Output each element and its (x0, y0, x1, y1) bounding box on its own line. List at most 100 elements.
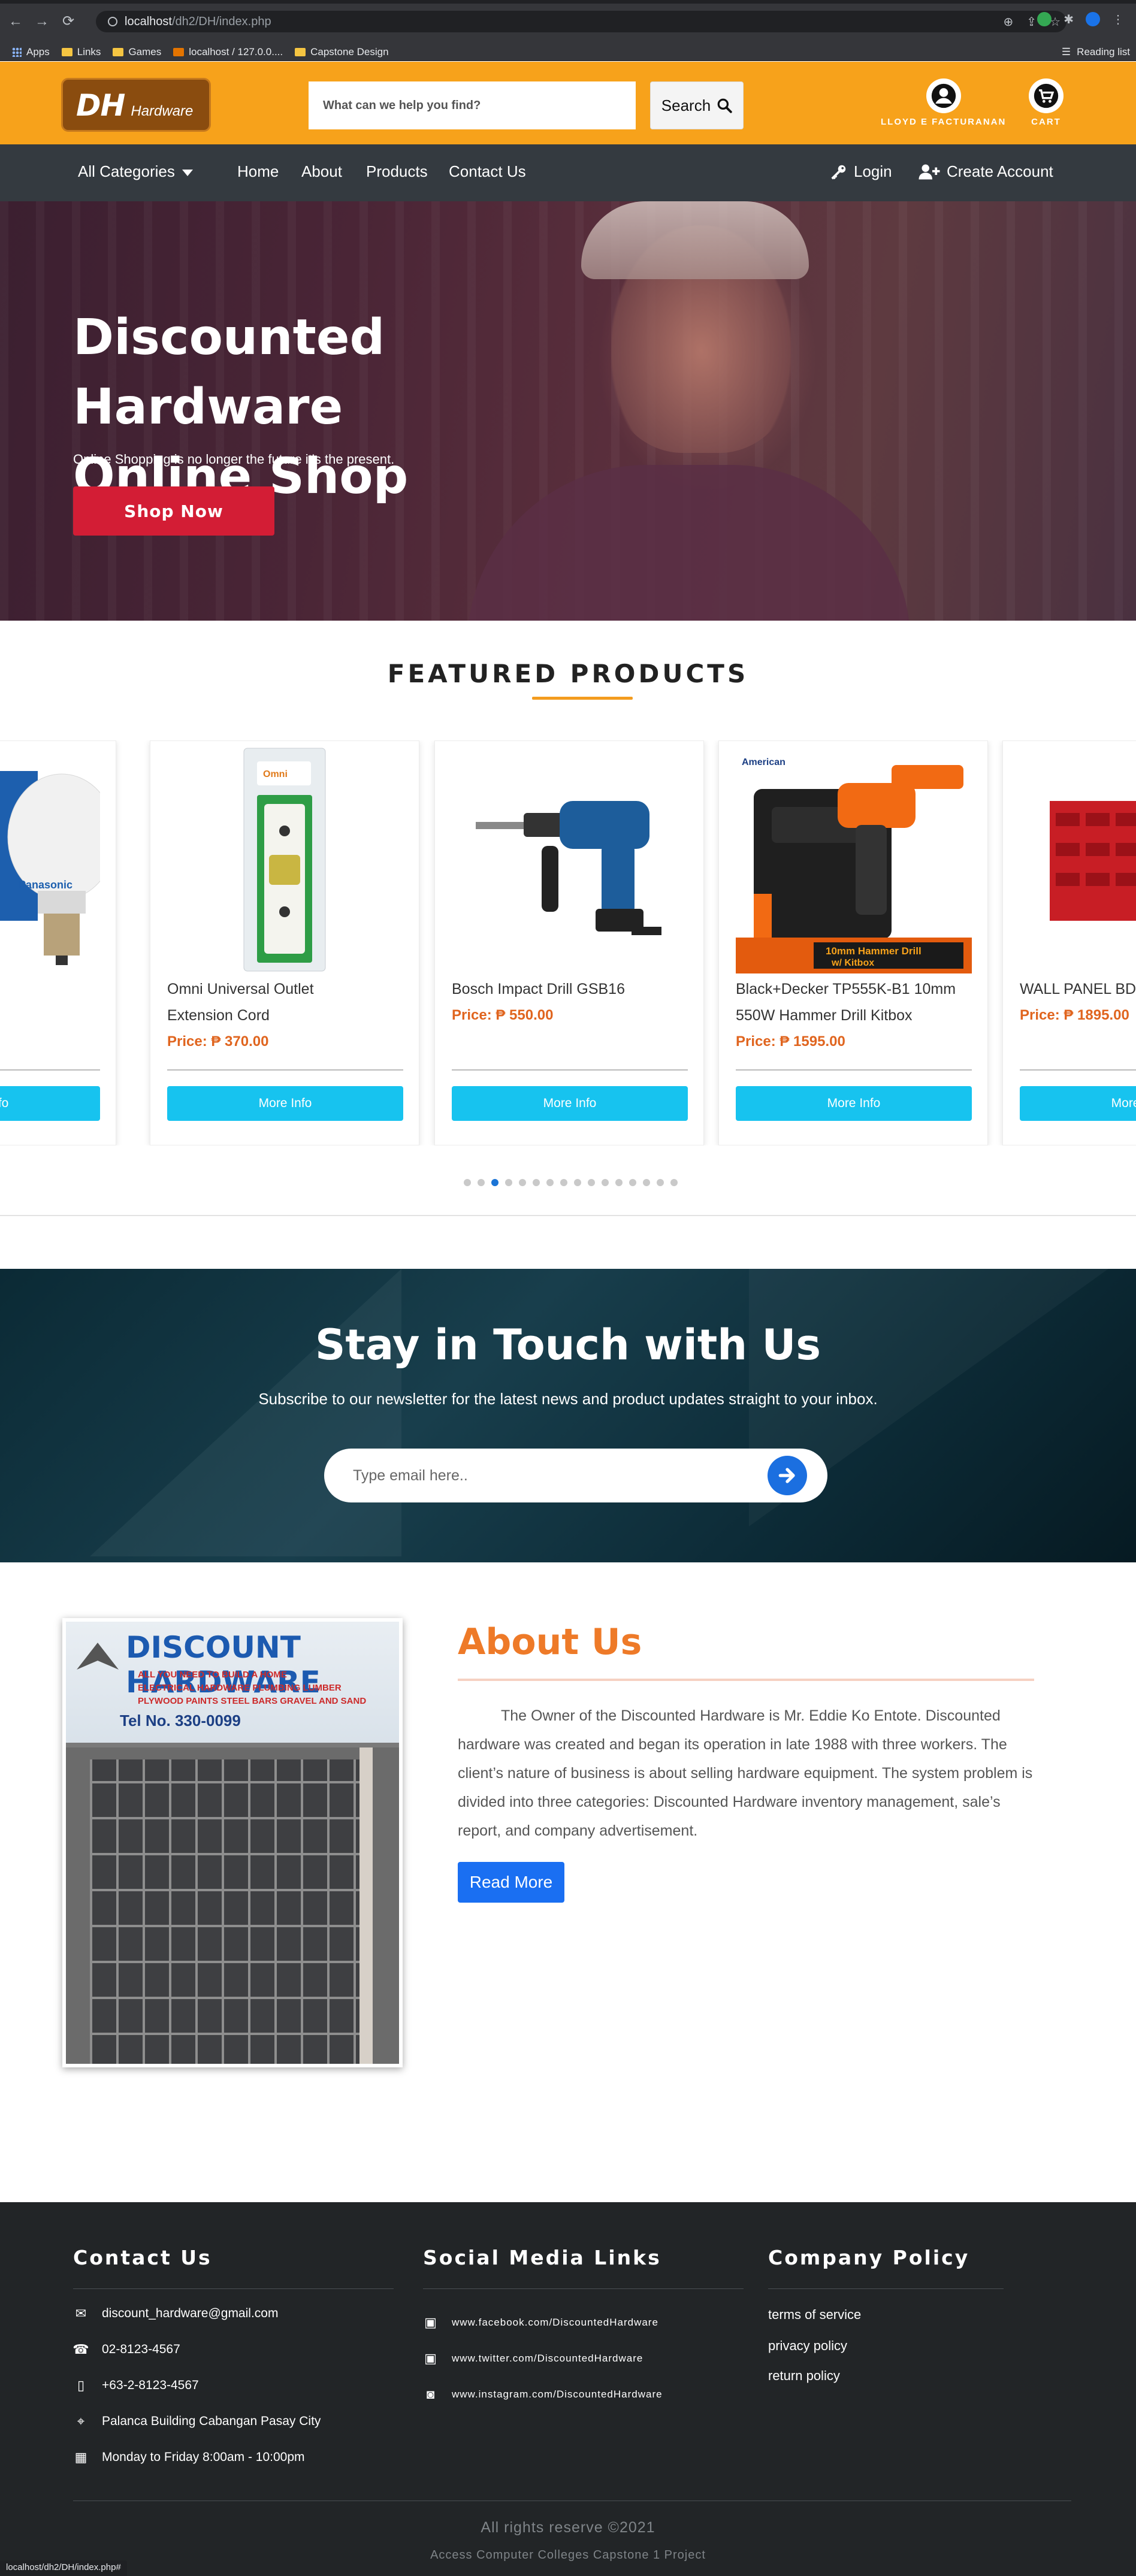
footer-column-divider (423, 2288, 744, 2289)
newsletter-section: Stay in Touch with Us Subscribe to our n… (0, 1269, 1136, 1562)
social-twitter-link[interactable]: ▣ www.twitter.com/DiscountedHardware (423, 2351, 643, 2366)
section-divider (0, 1215, 1136, 1216)
bookmark-games[interactable]: Games (113, 46, 161, 58)
terms-of-service-link[interactable]: terms of service (768, 2307, 861, 2323)
folder-icon (113, 47, 124, 56)
search-button-label: Search (661, 96, 711, 114)
shop-now-button[interactable]: Shop Now (73, 486, 274, 536)
browser-menu-icon[interactable]: ⋮ (1112, 12, 1124, 27)
contact-phone[interactable]: ☎ 02-8123-4567 (72, 2342, 180, 2357)
product-carousel[interactable]: Panasonic BW More Info Omni Omni Univers… (0, 740, 1136, 1145)
product-divider (452, 1069, 688, 1071)
about-divider (458, 1679, 1034, 1681)
product-card[interactable]: Omni Omni Universal Outlet Extension Cord… (150, 740, 419, 1145)
carousel-dot[interactable] (574, 1179, 581, 1186)
newsletter-submit-button[interactable] (768, 1456, 807, 1495)
footer-column-divider (768, 2288, 1004, 2289)
site-logo[interactable]: DH Hardware (61, 78, 211, 132)
svg-text:Omni: Omni (263, 769, 288, 779)
carousel-dot[interactable] (615, 1179, 623, 1186)
more-info-button[interactable]: More Info (0, 1086, 100, 1121)
carousel-dot[interactable] (670, 1179, 678, 1186)
sign-text: ALL YOU NEED TO BUILD A HOME (138, 1670, 287, 1680)
privacy-policy-link[interactable]: privacy policy (768, 2338, 847, 2354)
featured-title-underline (532, 697, 633, 700)
instagram-icon: ◙ (426, 2387, 436, 2402)
more-info-button[interactable]: More Info (452, 1086, 688, 1121)
carousel-dot[interactable] (491, 1179, 498, 1186)
zoom-icon[interactable]: ⊕ (1004, 14, 1014, 29)
carousel-dot[interactable] (505, 1179, 512, 1186)
user-plus-icon (919, 164, 940, 179)
share-icon[interactable]: ⇪ (1026, 14, 1037, 29)
reload-icon[interactable]: ⟳ (58, 11, 79, 32)
nav-contact-us[interactable]: Contact Us (449, 162, 526, 181)
carousel-dot[interactable] (560, 1179, 567, 1186)
shield-extension-icon[interactable] (1037, 12, 1052, 26)
carousel-dot[interactable] (478, 1179, 485, 1186)
more-info-button[interactable]: More Info (736, 1086, 972, 1121)
product-card[interactable]: WALL PANEL BDS Price: ₱ 1895.00 More Inf… (1002, 740, 1136, 1145)
profile-avatar-icon[interactable] (1086, 12, 1100, 26)
sign-text: ELECTRICAL HARDWARE PLUMBING LUMBER (138, 1683, 342, 1693)
search-button[interactable]: Search (650, 81, 744, 129)
browser-toolbar: ← → ⟳ localhost/dh2/DH/index.php ⊕ ⇪ ☆ ✱… (0, 0, 1136, 43)
featured-products-title: FEATURED PRODUCTS (387, 659, 749, 688)
forward-icon[interactable]: → (31, 11, 53, 32)
contact-email[interactable]: ✉ discount_hardware@gmail.com (73, 2306, 279, 2321)
reading-list[interactable]: ☰ Reading list (1062, 43, 1136, 61)
sign-text: PLYWOOD PAINTS STEEL BARS GRAVEL AND SAN… (138, 1696, 367, 1706)
bookmark-apps[interactable]: Apps (12, 46, 50, 58)
hero-hard-hat (581, 201, 809, 279)
site-info-icon[interactable] (108, 17, 117, 26)
more-info-button[interactable]: More Info (1020, 1086, 1136, 1121)
hero-title: Discounted Hardware Online Shop (73, 309, 409, 505)
facebook-icon: ▣ (424, 2315, 437, 2330)
carousel-dot[interactable] (602, 1179, 609, 1186)
read-more-button[interactable]: Read More (458, 1862, 564, 1903)
contact-mobile[interactable]: ▯ +63-2-8123-4567 (73, 2378, 199, 2393)
cart-button[interactable]: CART (1029, 78, 1064, 127)
nav-home[interactable]: Home (237, 162, 279, 181)
extensions-puzzle-icon[interactable]: ✱ (1064, 12, 1074, 27)
return-policy-link[interactable]: return policy (768, 2368, 840, 2384)
bookmark-localhost[interactable]: localhost / 127.0.0.... (173, 46, 283, 58)
carousel-dot[interactable] (533, 1179, 540, 1186)
store-gate (90, 1759, 365, 2064)
carousel-dot[interactable] (657, 1179, 664, 1186)
more-info-button[interactable]: More Info (167, 1086, 403, 1121)
folder-icon (295, 47, 306, 56)
cart-label: CART (1031, 117, 1061, 127)
eagle-logo-icon (77, 1643, 119, 1670)
login-link[interactable]: Login (830, 162, 892, 181)
newsletter-email-input[interactable] (324, 1449, 827, 1502)
nav-about[interactable]: About (301, 162, 342, 181)
product-card[interactable]: Panasonic BW More Info (0, 740, 116, 1145)
carousel-dot[interactable] (643, 1179, 650, 1186)
social-facebook-link[interactable]: ▣ www.facebook.com/DiscountedHardware (423, 2315, 658, 2330)
twitter-icon: ▣ (424, 2351, 437, 2366)
create-account-link[interactable]: Create Account (918, 162, 1053, 181)
carousel-dot[interactable] (588, 1179, 595, 1186)
carousel-dot[interactable] (546, 1179, 554, 1186)
carousel-dot[interactable] (464, 1179, 471, 1186)
search-input[interactable] (309, 81, 636, 129)
user-account-button[interactable]: LLOYD E FACTURANAN (881, 78, 1006, 127)
nav-products[interactable]: Products (366, 162, 428, 181)
site-header: DH Hardware Search LLOYD E FACTURANAN CA… (0, 62, 1136, 144)
social-instagram-link[interactable]: ◙ www.instagram.com/DiscountedHardware (423, 2387, 663, 2402)
product-card[interactable]: American 10mm Hammer Drill w/ Kitbox Bla… (718, 740, 988, 1145)
bookmark-capstone[interactable]: Capstone Design (295, 46, 389, 58)
address-bar[interactable]: localhost/dh2/DH/index.php ⊕ ⇪ ☆ (96, 11, 1066, 32)
svg-text:Panasonic: Panasonic (19, 879, 72, 891)
carousel-dot[interactable] (629, 1179, 636, 1186)
product-name: Omni Universal Outlet Extension Cord (167, 981, 314, 1024)
bookmark-links[interactable]: Links (61, 46, 101, 58)
product-price: Price: ₱ 1895.00 (1020, 1007, 1129, 1023)
product-price: Price: ₱ 370.00 (167, 1033, 269, 1050)
back-icon[interactable]: ← (5, 11, 26, 32)
carousel-dot[interactable] (519, 1179, 526, 1186)
footer-copyright: All rights reserve ©2021 (481, 2519, 655, 2536)
product-card[interactable]: Bosch Impact Drill GSB16 Price: ₱ 550.00… (434, 740, 704, 1145)
all-categories-dropdown[interactable]: All Categories (78, 162, 193, 181)
